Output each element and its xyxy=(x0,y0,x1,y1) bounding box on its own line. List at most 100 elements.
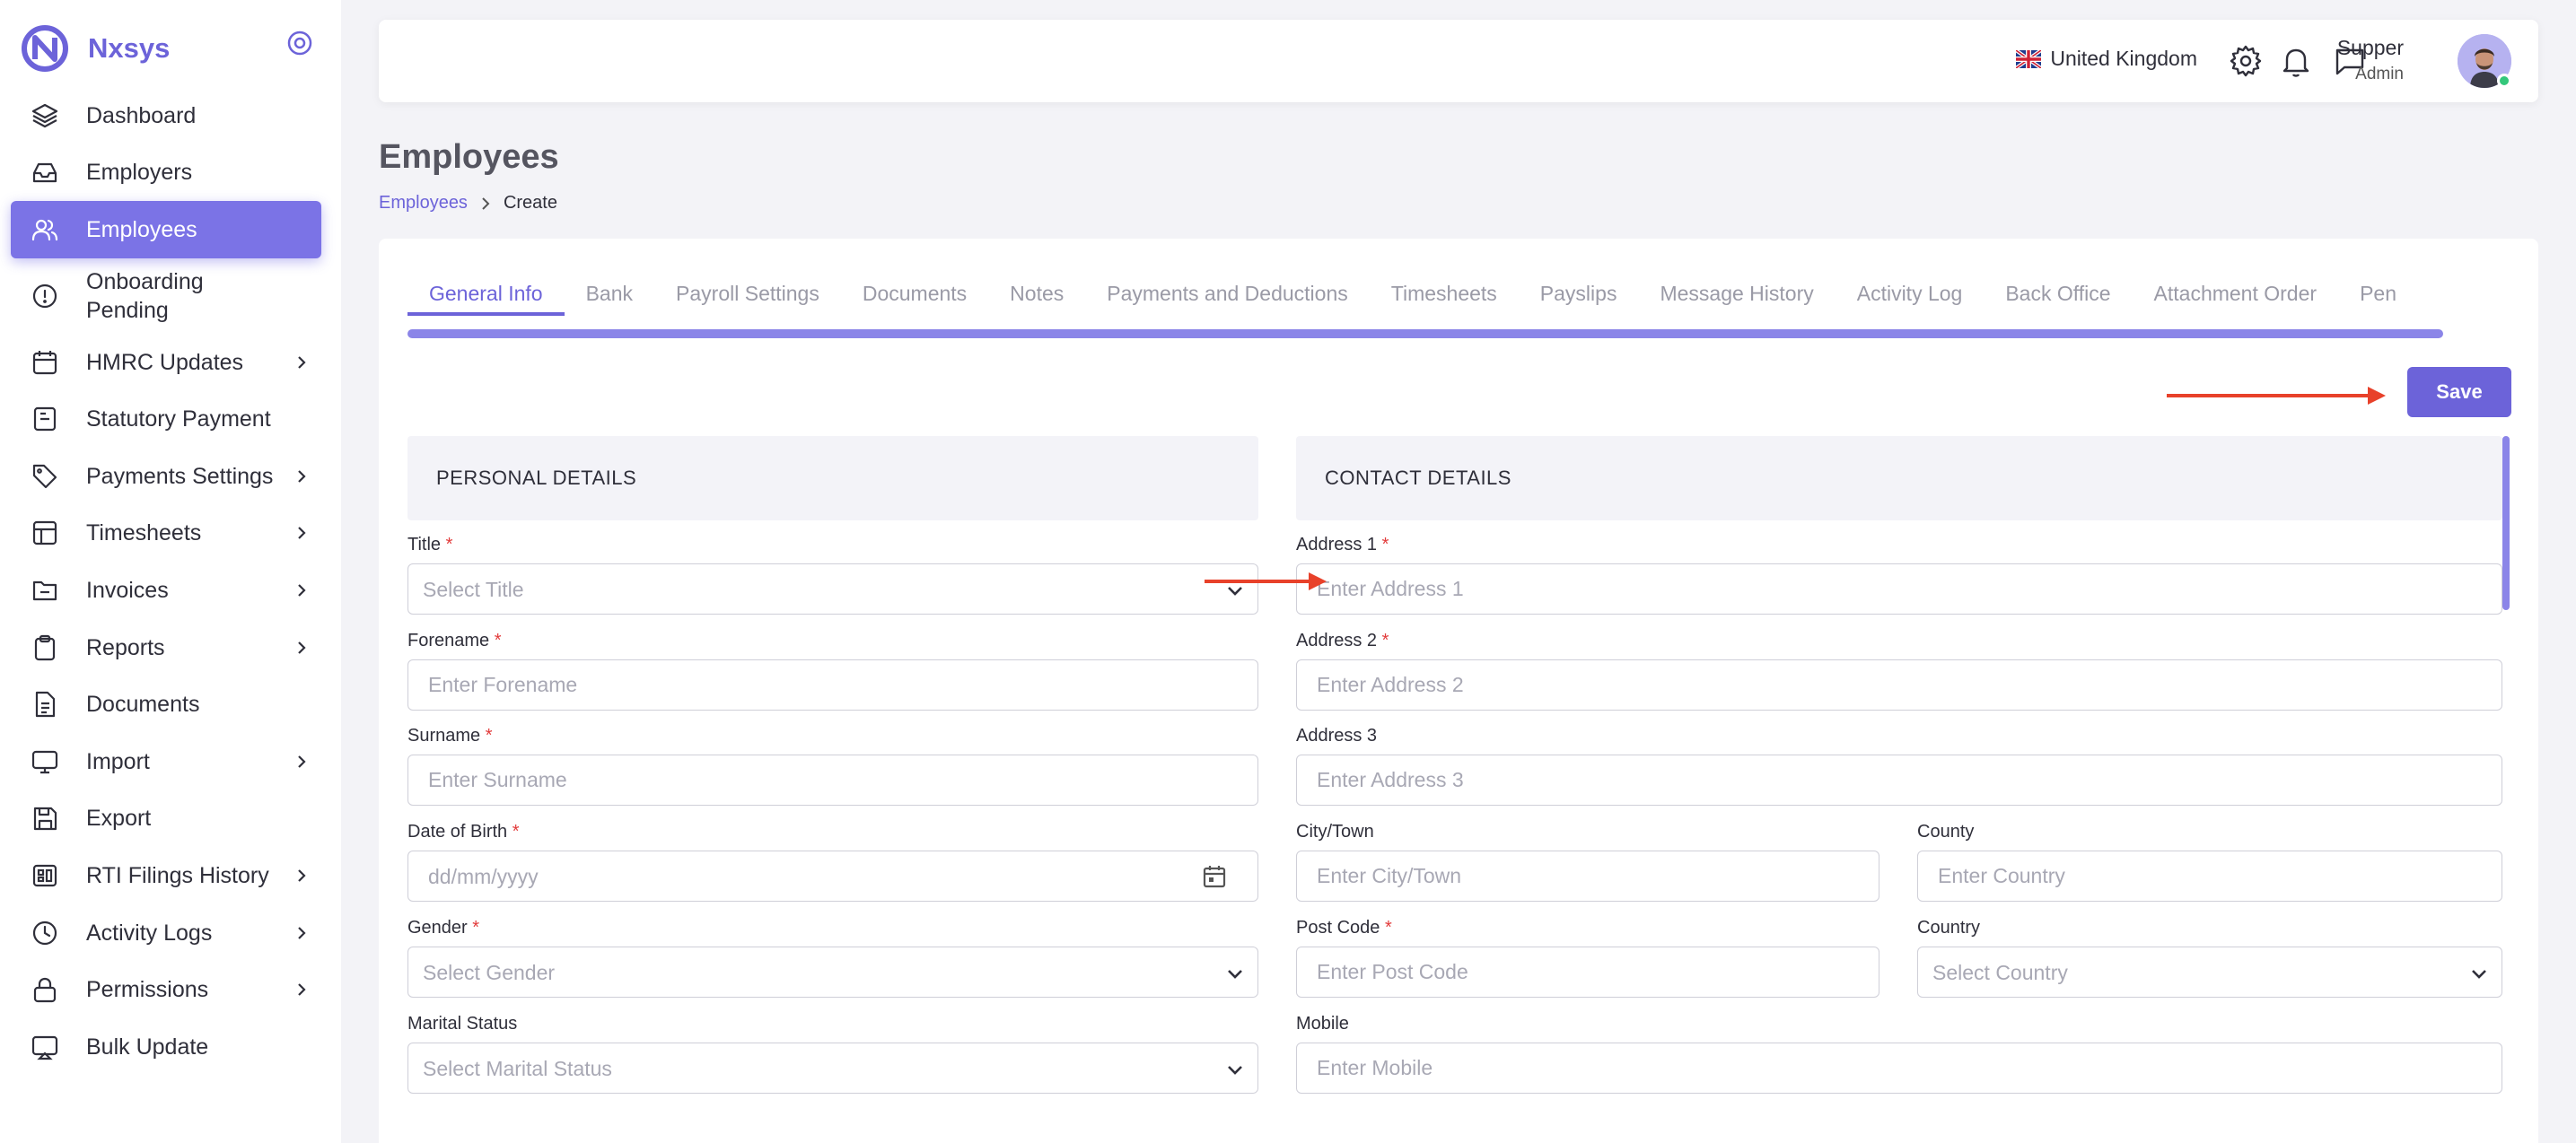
sidebar-item-export[interactable]: Export xyxy=(11,790,321,848)
clock-icon xyxy=(32,921,57,945)
marital-status-placeholder: Select Marital Status xyxy=(423,1057,612,1080)
surname-field[interactable] xyxy=(407,755,1258,806)
user-name: Supper xyxy=(2336,36,2404,59)
address1-label: Address 1 * xyxy=(1296,535,1389,554)
sidebar-item-employers[interactable]: Employers xyxy=(11,144,321,202)
save-icon xyxy=(33,807,57,831)
forename-field[interactable] xyxy=(407,659,1258,711)
sidebar-item-bulk-update[interactable]: Bulk Update xyxy=(11,1018,321,1076)
chevron-right-icon xyxy=(482,196,490,210)
tab-message-history[interactable]: Message History xyxy=(1638,271,1835,316)
chevron-right-icon xyxy=(298,926,306,939)
city-field[interactable] xyxy=(1296,851,1879,902)
address3-label: Address 3 xyxy=(1296,726,1378,746)
sidebar-item-label: Payments Settings xyxy=(86,463,274,489)
sidebar-item-rti-filings-history[interactable]: RTI Filings History xyxy=(11,847,321,904)
calendar-icon[interactable] xyxy=(1202,864,1227,889)
sidebar-item-hmrc-updates[interactable]: HMRC Updates xyxy=(11,334,321,391)
tab-timesheets[interactable]: Timesheets xyxy=(1370,271,1519,316)
tab-payslips[interactable]: Payslips xyxy=(1519,271,1639,316)
tab-documents[interactable]: Documents xyxy=(841,271,988,316)
alert-circle-icon xyxy=(32,284,57,308)
sidebar-item-reports[interactable]: Reports xyxy=(11,619,321,676)
mobile-label: Mobile xyxy=(1296,1014,1349,1034)
marital-status-select[interactable]: Select Marital Status xyxy=(407,1043,1258,1094)
breadcrumb: Employees Create xyxy=(379,193,557,214)
tab-back-office[interactable]: Back Office xyxy=(1984,271,2132,316)
sidebar-item-documents[interactable]: Documents xyxy=(11,676,321,733)
tab-pen[interactable]: Pen xyxy=(2338,271,2418,316)
tab-activity-log[interactable]: Activity Log xyxy=(1836,271,1985,316)
dob-placeholder: dd/mm/yyyy xyxy=(428,865,539,888)
county-label: County xyxy=(1917,822,1975,842)
chevron-right-icon xyxy=(298,641,306,654)
title-select[interactable]: Select Title xyxy=(407,563,1258,615)
contact-details-heading: CONTACT DETAILS xyxy=(1296,436,2502,520)
chevron-right-icon xyxy=(298,355,306,369)
save-button[interactable]: Save xyxy=(2407,367,2511,417)
sidebar-item-statutory-payment[interactable]: Statutory Payment xyxy=(11,390,321,448)
sidebar-item-payments-settings[interactable]: Payments Settings xyxy=(11,448,321,505)
chevron-right-icon xyxy=(298,469,306,483)
gender-select[interactable]: Select Gender xyxy=(407,947,1258,998)
brand[interactable]: Nxsys xyxy=(22,25,170,72)
monitor-icon xyxy=(31,750,58,773)
tab-bar: General Info Bank Payroll Settings Docum… xyxy=(407,271,2511,321)
gender-label: Gender * xyxy=(407,918,480,938)
breadcrumb-link-employees[interactable]: Employees xyxy=(379,193,468,214)
form-scrollbar[interactable] xyxy=(2502,436,2510,610)
chevron-down-icon xyxy=(2472,970,2486,979)
sidebar-item-import[interactable]: Import xyxy=(11,733,321,790)
postcode-field[interactable] xyxy=(1296,947,1879,998)
uk-flag-icon xyxy=(2016,49,2042,68)
address1-field[interactable] xyxy=(1296,563,2502,615)
sidebar-item-onboarding-pending[interactable]: Onboarding Pending xyxy=(11,258,321,334)
tab-payroll-settings[interactable]: Payroll Settings xyxy=(654,271,841,316)
date-of-birth-field[interactable]: dd/mm/yyyy xyxy=(407,851,1258,902)
tab-notes[interactable]: Notes xyxy=(988,271,1085,316)
layers-icon xyxy=(31,103,58,127)
sidebar-item-timesheets[interactable]: Timesheets xyxy=(11,505,321,563)
country-selector[interactable]: United Kingdom xyxy=(2016,47,2197,71)
mobile-field[interactable] xyxy=(1296,1043,2502,1094)
tab-general-info[interactable]: General Info xyxy=(407,271,565,316)
sidebar-item-label: Employers xyxy=(86,160,193,186)
country-select[interactable]: Select Country xyxy=(1917,947,2502,998)
tab-scrollbar[interactable] xyxy=(407,329,2443,338)
lock-icon xyxy=(33,978,57,1003)
breadcrumb-current: Create xyxy=(503,193,557,213)
country-label: United Kingdom xyxy=(2050,47,2197,70)
country-label: Country xyxy=(1917,918,1981,938)
sidebar: Nxsys Dashboard Employers Employees Onbo… xyxy=(0,0,341,1143)
tab-attachment-order[interactable]: Attachment Order xyxy=(2133,271,2339,316)
tab-bank[interactable]: Bank xyxy=(565,271,654,316)
users-icon xyxy=(31,219,58,241)
sidebar-item-label: Bulk Update xyxy=(86,1034,209,1060)
gender-select-placeholder: Select Gender xyxy=(423,961,556,984)
sidebar-item-label: Activity Logs xyxy=(86,920,213,946)
chevron-right-icon xyxy=(298,527,306,540)
sidebar-item-employees[interactable]: Employees xyxy=(11,201,321,258)
calendar-icon xyxy=(32,350,57,374)
sidebar-item-label: Statutory Payment xyxy=(86,406,271,432)
address3-field[interactable] xyxy=(1296,755,2502,806)
title-label: Title * xyxy=(407,535,453,554)
file-text-icon xyxy=(35,692,56,718)
grid-icon xyxy=(32,864,57,887)
address2-field[interactable] xyxy=(1296,659,2502,711)
county-field[interactable] xyxy=(1917,851,2502,902)
settings-gear-icon[interactable] xyxy=(2228,43,2264,79)
clipboard-icon xyxy=(34,634,56,660)
annotation-arrow xyxy=(2167,387,2386,405)
sidebar-item-activity-logs[interactable]: Activity Logs xyxy=(11,904,321,962)
tab-payments-and-deductions[interactable]: Payments and Deductions xyxy=(1085,271,1370,316)
notification-bell-icon[interactable] xyxy=(2278,43,2314,79)
sidebar-collapse-icon[interactable] xyxy=(285,29,314,57)
sidebar-item-invoices[interactable]: Invoices xyxy=(11,562,321,619)
country-select-placeholder: Select Country xyxy=(1932,961,2068,984)
brand-name: Nxsys xyxy=(88,32,171,64)
inbox-icon xyxy=(32,163,57,183)
sidebar-item-label: Employees xyxy=(86,216,197,242)
sidebar-item-permissions[interactable]: Permissions xyxy=(11,961,321,1018)
sidebar-item-dashboard[interactable]: Dashboard xyxy=(11,87,321,144)
